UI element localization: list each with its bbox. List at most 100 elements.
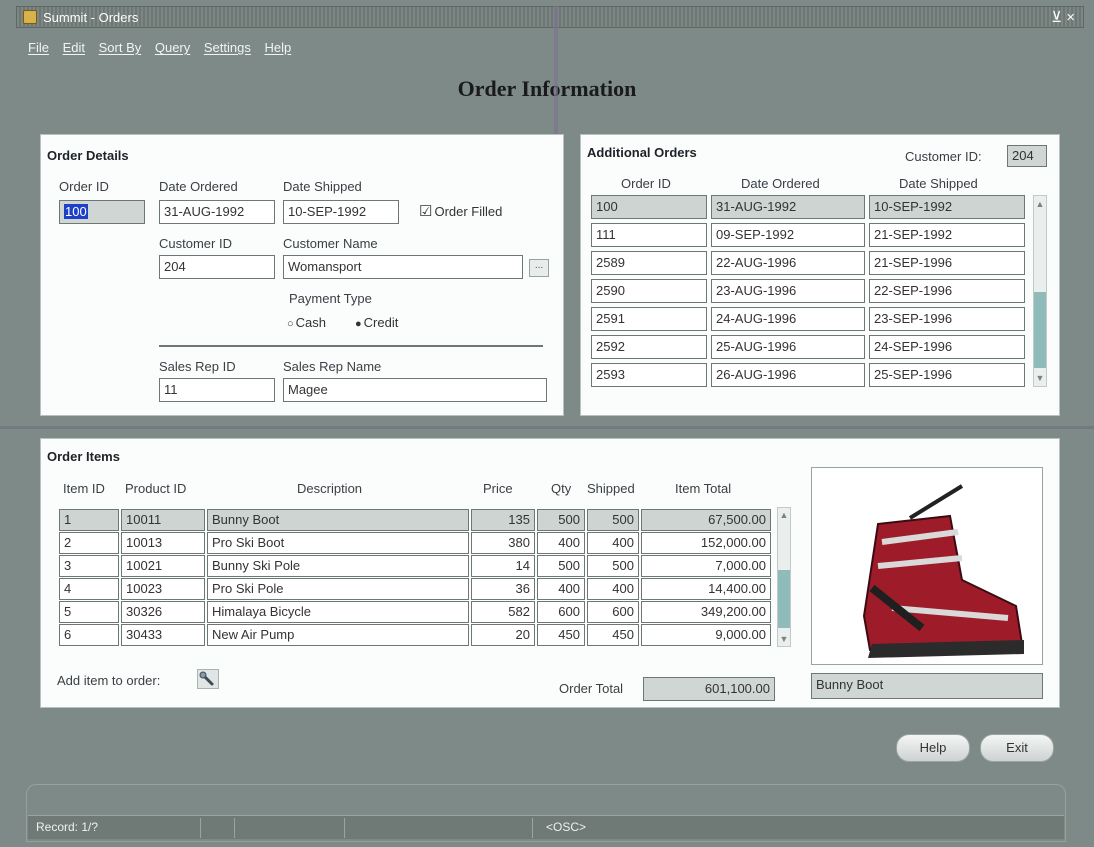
date-shipped-cell[interactable]: 23-SEP-1996 <box>869 307 1025 331</box>
item-id-cell[interactable]: 4 <box>59 578 119 600</box>
date-ordered-cell[interactable]: 31-AUG-1992 <box>711 195 865 219</box>
order-id-cell[interactable]: 2592 <box>591 335 707 359</box>
qty-cell[interactable]: 500 <box>537 555 585 577</box>
date-ordered-cell[interactable]: 24-AUG-1996 <box>711 307 865 331</box>
order-id-cell[interactable]: 2593 <box>591 363 707 387</box>
status-divider <box>532 818 533 838</box>
order-items-scrollbar[interactable]: ▲ ▼ <box>777 507 791 647</box>
item-total-cell[interactable]: 7,000.00 <box>641 555 771 577</box>
product-id-cell[interactable]: 30326 <box>121 601 205 623</box>
product-id-cell[interactable]: 10023 <box>121 578 205 600</box>
date-ordered-field[interactable]: 31-AUG-1992 <box>159 200 275 224</box>
price-cell[interactable]: 36 <box>471 578 535 600</box>
shipped-cell[interactable]: 400 <box>587 532 639 554</box>
order-items-title: Order Items <box>47 449 120 464</box>
qty-cell[interactable]: 400 <box>537 578 585 600</box>
date-shipped-cell[interactable]: 25-SEP-1996 <box>869 363 1025 387</box>
col-price: Price <box>483 481 513 496</box>
menu-query[interactable]: Query <box>155 40 190 55</box>
scroll-thumb[interactable] <box>1034 292 1046 368</box>
product-id-cell[interactable]: 30433 <box>121 624 205 646</box>
customer-lov-button[interactable]: ... <box>529 259 549 277</box>
date-ordered-cell[interactable]: 22-AUG-1996 <box>711 251 865 275</box>
date-ordered-cell[interactable]: 09-SEP-1992 <box>711 223 865 247</box>
item-total-cell[interactable]: 349,200.00 <box>641 601 771 623</box>
date-ordered-cell[interactable]: 23-AUG-1996 <box>711 279 865 303</box>
date-shipped-cell[interactable]: 22-SEP-1996 <box>869 279 1025 303</box>
price-cell[interactable]: 582 <box>471 601 535 623</box>
help-button[interactable]: Help <box>896 734 970 762</box>
shipped-cell[interactable]: 500 <box>587 555 639 577</box>
item-total-cell[interactable]: 14,400.00 <box>641 578 771 600</box>
scroll-up-icon[interactable]: ▲ <box>1034 198 1046 210</box>
shipped-cell[interactable]: 600 <box>587 601 639 623</box>
item-id-cell[interactable]: 6 <box>59 624 119 646</box>
menu-file[interactable]: File <box>28 40 49 55</box>
order-id-cell[interactable]: 2590 <box>591 279 707 303</box>
date-ordered-cell[interactable]: 26-AUG-1996 <box>711 363 865 387</box>
scroll-up-icon[interactable]: ▲ <box>778 509 790 521</box>
sales-rep-id-field[interactable]: 11 <box>159 378 275 402</box>
scroll-down-icon[interactable]: ▼ <box>778 633 790 645</box>
scroll-thumb[interactable] <box>778 570 790 628</box>
additional-orders-scrollbar[interactable]: ▲ ▼ <box>1033 195 1047 387</box>
price-cell[interactable]: 135 <box>471 509 535 531</box>
item-id-cell[interactable]: 2 <box>59 532 119 554</box>
window-controls[interactable]: ⊻ × <box>1051 8 1075 26</box>
order-id-cell[interactable]: 111 <box>591 223 707 247</box>
customer-id-field[interactable]: 204 <box>159 255 275 279</box>
price-cell[interactable]: 20 <box>471 624 535 646</box>
shipped-cell[interactable]: 500 <box>587 509 639 531</box>
product-id-cell[interactable]: 10013 <box>121 532 205 554</box>
date-shipped-cell[interactable]: 24-SEP-1996 <box>869 335 1025 359</box>
qty-cell[interactable]: 450 <box>537 624 585 646</box>
order-id-cell[interactable]: 100 <box>591 195 707 219</box>
description-cell[interactable]: Bunny Boot <box>207 509 469 531</box>
item-total-cell[interactable]: 67,500.00 <box>641 509 771 531</box>
shipped-cell[interactable]: 400 <box>587 578 639 600</box>
description-cell[interactable]: Bunny Ski Pole <box>207 555 469 577</box>
customer-name-field[interactable]: Womansport <box>283 255 523 279</box>
product-id-cell[interactable]: 10021 <box>121 555 205 577</box>
menu-help[interactable]: Help <box>265 40 292 55</box>
sales-rep-name-field[interactable]: Magee <box>283 378 547 402</box>
description-cell[interactable]: Himalaya Bicycle <box>207 601 469 623</box>
date-shipped-field[interactable]: 10-SEP-1992 <box>283 200 399 224</box>
add-item-button[interactable] <box>197 669 219 689</box>
qty-cell[interactable]: 400 <box>537 532 585 554</box>
order-total-field[interactable]: 601,100.00 <box>643 677 775 701</box>
price-cell[interactable]: 14 <box>471 555 535 577</box>
menu-edit[interactable]: Edit <box>63 40 85 55</box>
description-cell[interactable]: Pro Ski Boot <box>207 532 469 554</box>
date-shipped-cell[interactable]: 21-SEP-1996 <box>869 251 1025 275</box>
scroll-down-icon[interactable]: ▼ <box>1034 372 1046 384</box>
col-item-total: Item Total <box>675 481 732 496</box>
description-cell[interactable]: New Air Pump <box>207 624 469 646</box>
qty-cell[interactable]: 600 <box>537 601 585 623</box>
description-cell[interactable]: Pro Ski Pole <box>207 578 469 600</box>
item-total-cell[interactable]: 152,000.00 <box>641 532 771 554</box>
additional-customer-id-field[interactable]: 204 <box>1007 145 1047 167</box>
payment-cash-radio[interactable]: ○ Cash <box>287 315 326 330</box>
order-filled-checkbox[interactable]: ☑ Order Filled <box>419 202 502 220</box>
date-ordered-cell[interactable]: 25-AUG-1996 <box>711 335 865 359</box>
col-shipped: Shipped <box>587 481 635 496</box>
menu-settings[interactable]: Settings <box>204 40 251 55</box>
exit-button[interactable]: Exit <box>980 734 1054 762</box>
order-id-field[interactable]: 100 <box>59 200 145 224</box>
date-shipped-cell[interactable]: 21-SEP-1992 <box>869 223 1025 247</box>
qty-cell[interactable]: 500 <box>537 509 585 531</box>
shipped-cell[interactable]: 450 <box>587 624 639 646</box>
order-id-cell[interactable]: 2589 <box>591 251 707 275</box>
product-id-cell[interactable]: 10011 <box>121 509 205 531</box>
payment-credit-radio[interactable]: ● Credit <box>355 315 398 330</box>
item-id-cell[interactable]: 1 <box>59 509 119 531</box>
item-total-cell[interactable]: 9,000.00 <box>641 624 771 646</box>
date-shipped-cell[interactable]: 10-SEP-1992 <box>869 195 1025 219</box>
menu-sort-by[interactable]: Sort By <box>99 40 142 55</box>
window-title-bar[interactable]: Summit - Orders ⊻ × <box>16 6 1084 28</box>
item-id-cell[interactable]: 3 <box>59 555 119 577</box>
item-id-cell[interactable]: 5 <box>59 601 119 623</box>
order-id-cell[interactable]: 2591 <box>591 307 707 331</box>
price-cell[interactable]: 380 <box>471 532 535 554</box>
